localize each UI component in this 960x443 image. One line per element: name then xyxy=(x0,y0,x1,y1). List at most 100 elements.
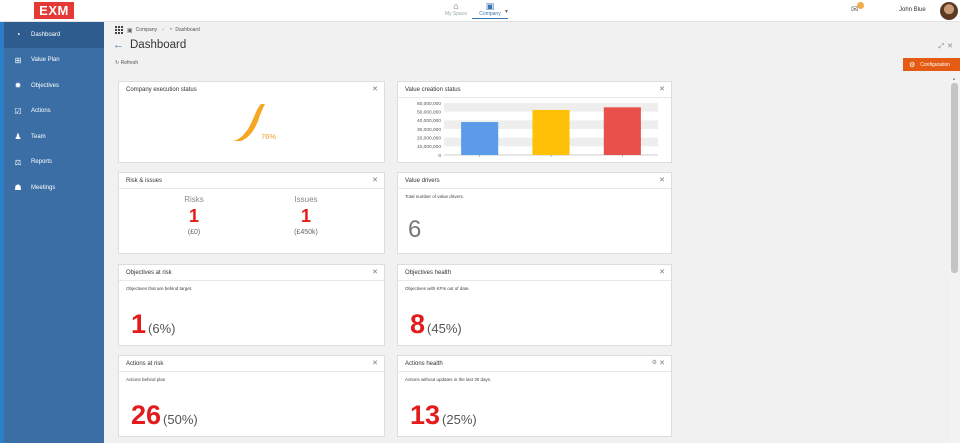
close-icon[interactable]: ✕ xyxy=(372,268,378,276)
value-creation-chart: 60,000,000 50,000,000 40,000,000 30,000,000… xyxy=(417,101,658,159)
sidebar-item-meetings[interactable]: ☗ Meetings xyxy=(4,175,104,201)
actions-health-metric[interactable]: 13 (25%) xyxy=(410,400,477,431)
y-tick-label: 60,000,000 xyxy=(417,101,441,107)
space-label: My Space xyxy=(444,11,468,17)
breadcrumb: ▣ Company › ◔ Dashboard xyxy=(114,25,200,35)
close-icon[interactable]: ✕ xyxy=(659,85,665,93)
y-tick-label: 50,000,000 xyxy=(417,109,441,115)
notification-badge xyxy=(857,2,864,9)
company-icon: ▣ xyxy=(485,1,495,11)
dashboard-icon: ◔ xyxy=(15,30,21,40)
sidebar-item-dashboard[interactable]: ◔ Dashboard xyxy=(4,22,104,48)
exm-logo[interactable]: EXM xyxy=(34,2,74,19)
gear-icon: ⚙ xyxy=(909,61,916,69)
metric-percent: (45%) xyxy=(427,321,462,336)
sidebar-item-label: Team xyxy=(31,133,46,140)
card-subtitle: Actions behind plan xyxy=(126,377,166,382)
metric-percent: (25%) xyxy=(442,412,477,427)
scrollbar[interactable]: ▲ xyxy=(950,76,959,443)
apps-grid-icon[interactable] xyxy=(114,26,123,35)
sidebar-item-label: Dashboard xyxy=(31,31,61,38)
user-name[interactable]: John Blue xyxy=(899,7,926,13)
sidebar-item-team[interactable]: ♟ Team xyxy=(4,124,104,150)
refresh-icon: ↻ xyxy=(115,60,120,66)
sidebar-item-actions[interactable]: ☑ Actions xyxy=(4,99,104,125)
sidebar-item-objectives[interactable]: ✹ Objectives xyxy=(4,73,104,99)
card-actions-health: Actions health ⚙ ✕ Actions without updat… xyxy=(397,355,672,437)
close-icon[interactable]: ✕ xyxy=(659,359,665,367)
card-risks-issues: Risk & issues ✕ Risks 1 (£0) Issues 1 (£… xyxy=(118,172,385,254)
scroll-up-icon[interactable]: ▲ xyxy=(952,76,956,81)
page-title-text: Dashboard xyxy=(130,39,187,51)
actions-risk-metric[interactable]: 26 (50%) xyxy=(131,400,198,431)
card-title: Actions health xyxy=(405,361,443,367)
close-icon[interactable]: ✕ xyxy=(659,268,665,276)
top-bar: EXM ⌂ My Space ▣ Company ▼ ✉ John Blue xyxy=(0,0,960,22)
breadcrumb-company[interactable]: Company xyxy=(136,27,157,33)
refresh-button[interactable]: ↻ Refresh xyxy=(115,60,138,66)
card-title: Objectives health xyxy=(405,270,452,276)
card-title: Company execution status xyxy=(126,87,197,93)
sidebar-item-reports[interactable]: ⚖ Reports xyxy=(4,150,104,176)
close-icon[interactable]: ✕ xyxy=(659,176,665,184)
objectives-health-metric[interactable]: 8 (45%) xyxy=(410,309,462,340)
sidebar-item-label: Value Plan xyxy=(31,57,60,64)
metric-count: 1 xyxy=(131,309,147,339)
window-controls: ⤢✕ xyxy=(939,42,956,51)
reports-icon: ⚖ xyxy=(14,157,22,167)
value-drivers-count[interactable]: 6 xyxy=(408,216,421,244)
gear-icon[interactable]: ⚙ xyxy=(652,359,657,366)
issues-count[interactable]: 1 xyxy=(266,206,346,227)
avatar[interactable] xyxy=(940,2,958,20)
expand-icon[interactable]: ⤢ xyxy=(939,43,948,50)
objectives-icon: ✹ xyxy=(14,81,22,91)
chevron-down-icon[interactable]: ▼ xyxy=(504,9,509,15)
card-value-drivers: Value drivers ✕ Total number of value dr… xyxy=(397,172,672,254)
y-tick-label: 20,000,000 xyxy=(417,135,441,141)
y-tick-label: 30,000,000 xyxy=(417,127,441,133)
y-tick-label: 40,000,000 xyxy=(417,118,441,124)
main-content: ▣ Company › ◔ Dashboard ← Dashboard ⤢✕ ↻… xyxy=(104,22,960,443)
card-company-execution: Company execution status ✕ 76% xyxy=(118,81,385,163)
team-icon: ♟ xyxy=(14,132,22,142)
space-company[interactable]: ▣ Company xyxy=(472,1,508,19)
objectives-risk-metric[interactable]: 1 (6%) xyxy=(131,309,175,340)
close-icon[interactable]: ✕ xyxy=(372,85,378,93)
meetings-icon: ☗ xyxy=(14,183,22,193)
chart-bar[interactable] xyxy=(532,109,570,155)
risks-label: Risks xyxy=(184,195,204,204)
chevron-right-icon: › xyxy=(162,27,164,33)
card-subtitle: Objectives with KPIs out of date. xyxy=(405,286,470,291)
sidebar: ◔ Dashboard ⊞ Value Plan ✹ Objectives ☑ … xyxy=(0,22,104,443)
back-arrow-icon[interactable]: ← xyxy=(113,39,124,51)
value-plan-icon: ⊞ xyxy=(14,55,22,65)
space-my-space[interactable]: ⌂ My Space xyxy=(438,1,474,18)
configuration-button[interactable]: ⚙ Configuration xyxy=(903,58,960,71)
close-icon[interactable]: ✕ xyxy=(372,176,378,184)
card-objectives-at-risk: Objectives at risk ✕ Objectives that are… xyxy=(118,264,385,346)
card-title: Actions at risk xyxy=(126,361,164,367)
chart-bar[interactable] xyxy=(603,107,641,155)
y-tick-label: 0 xyxy=(438,153,441,159)
actions-icon: ☑ xyxy=(14,106,22,116)
risks-value: (£0) xyxy=(187,229,201,236)
card-divider xyxy=(119,188,384,189)
card-subtitle: Actions without updates in the last 30 d… xyxy=(405,377,492,382)
close-icon[interactable]: ✕ xyxy=(372,359,378,367)
card-divider xyxy=(398,371,671,372)
metric-percent: (50%) xyxy=(163,412,198,427)
card-title: Objectives at risk xyxy=(126,270,172,276)
scrollbar-thumb[interactable] xyxy=(951,83,958,273)
dashboard-icon: ◔ xyxy=(168,27,173,33)
card-actions-at-risk: Actions at risk ✕ Actions behind plan 26… xyxy=(118,355,385,437)
close-icon[interactable]: ✕ xyxy=(947,43,956,50)
risks-count[interactable]: 1 xyxy=(154,206,234,227)
card-subtitle: Objectives that are behind target. xyxy=(126,286,193,291)
sidebar-item-label: Actions xyxy=(31,108,51,115)
sidebar-item-value-plan[interactable]: ⊞ Value Plan xyxy=(4,48,104,74)
metric-percent: (6%) xyxy=(148,321,176,336)
chart-bar[interactable] xyxy=(461,122,499,155)
metric-count: 26 xyxy=(131,400,162,430)
card-title: Risk & issues xyxy=(126,178,163,184)
refresh-label: Refresh xyxy=(120,60,139,66)
